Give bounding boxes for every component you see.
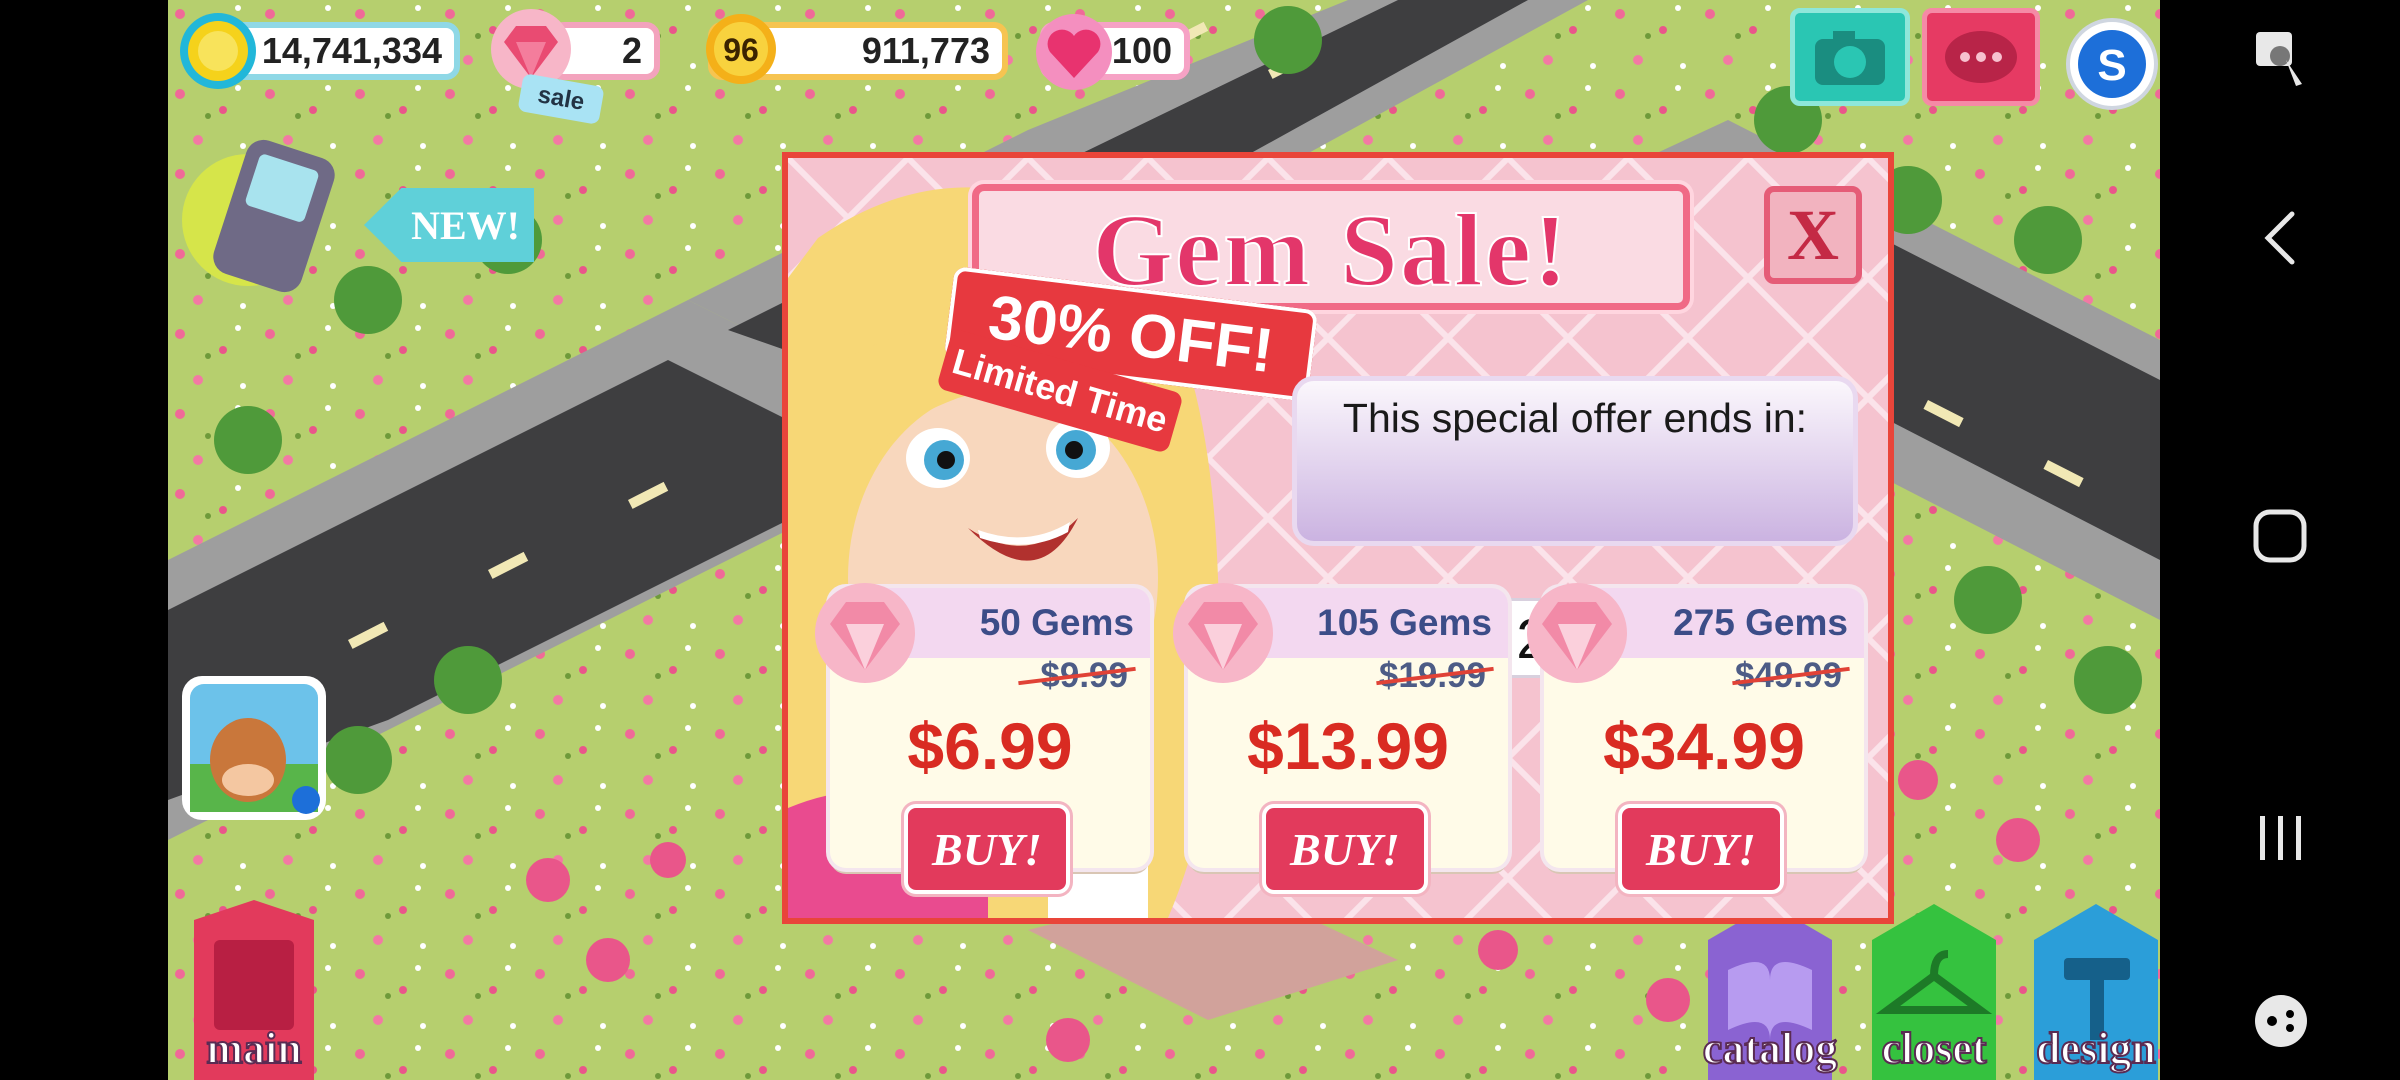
offer-price: $13.99 xyxy=(1247,709,1449,783)
back-icon[interactable] xyxy=(2256,208,2304,268)
buy-50-gems-button[interactable]: BUY! xyxy=(908,808,1066,890)
farm-app-icon[interactable] xyxy=(178,672,330,824)
design-tab-label: design xyxy=(2035,1023,2157,1074)
buy-275-gems-button[interactable]: BUY! xyxy=(1622,808,1780,890)
catalog-tab-label: catalog xyxy=(1702,1023,1838,1074)
hearts-value: 100 xyxy=(1111,30,1172,71)
main-tab[interactable]: main xyxy=(174,890,334,1080)
recents-icon[interactable] xyxy=(2256,810,2306,866)
game-viewport[interactable]: 14,741,334 2 sale 911,773 96 100 S NEW! … xyxy=(168,0,2160,1080)
coins-value: 14,741,334 xyxy=(261,30,442,71)
svg-text:S: S xyxy=(2097,41,2126,90)
gem-icon xyxy=(1173,583,1273,683)
sale-tag-label: sale xyxy=(535,81,587,116)
gem-icon xyxy=(815,583,915,683)
design-tab[interactable]: design xyxy=(2020,890,2160,1080)
system-navigation-bar xyxy=(2160,0,2400,1080)
game-launcher-icon[interactable] xyxy=(2250,990,2312,1052)
home-icon[interactable] xyxy=(2250,0,2310,60)
close-button[interactable]: X xyxy=(1764,186,1862,284)
gem-icon xyxy=(1527,583,1627,683)
new-badge-label: NEW! xyxy=(411,202,520,248)
xp-value: 911,773 xyxy=(861,30,990,71)
offer-name: 275 Gems xyxy=(1673,602,1848,643)
home-icon[interactable] xyxy=(2250,506,2310,566)
closet-tab-label: closet xyxy=(1880,1023,1987,1074)
chat-icon xyxy=(1945,31,2017,83)
gems-value: 2 xyxy=(621,30,642,71)
buy-105-gems-button[interactable]: BUY! xyxy=(1266,808,1424,890)
camera-icon xyxy=(1815,31,1885,85)
offer-name: 50 Gems xyxy=(979,602,1134,643)
level-value: 96 xyxy=(723,32,759,68)
camera-button[interactable] xyxy=(1790,8,1910,106)
phone-icon[interactable] xyxy=(178,128,348,298)
close-icon: X xyxy=(1787,194,1839,275)
buy-label: BUY! xyxy=(1646,823,1756,875)
countdown-label: This special offer ends in: xyxy=(1342,395,1808,441)
buy-label: BUY! xyxy=(1290,823,1400,875)
coin-icon xyxy=(180,13,256,89)
offer-price: $34.99 xyxy=(1603,709,1805,783)
main-tab-label: main xyxy=(205,1023,302,1074)
countdown-panel: This special offer ends in: xyxy=(1292,376,1858,546)
buy-label: BUY! xyxy=(932,823,1042,875)
heart-icon xyxy=(1036,14,1112,90)
gem-sale-dialog[interactable]: Gem Sale! X 30% OFF! Limited Time This s… xyxy=(782,152,1894,924)
offer-price: $6.99 xyxy=(907,709,1073,783)
chat-button[interactable] xyxy=(1922,8,2040,106)
storm8-icon[interactable]: S xyxy=(2064,16,2160,112)
offer-name: 105 Gems xyxy=(1317,602,1492,643)
